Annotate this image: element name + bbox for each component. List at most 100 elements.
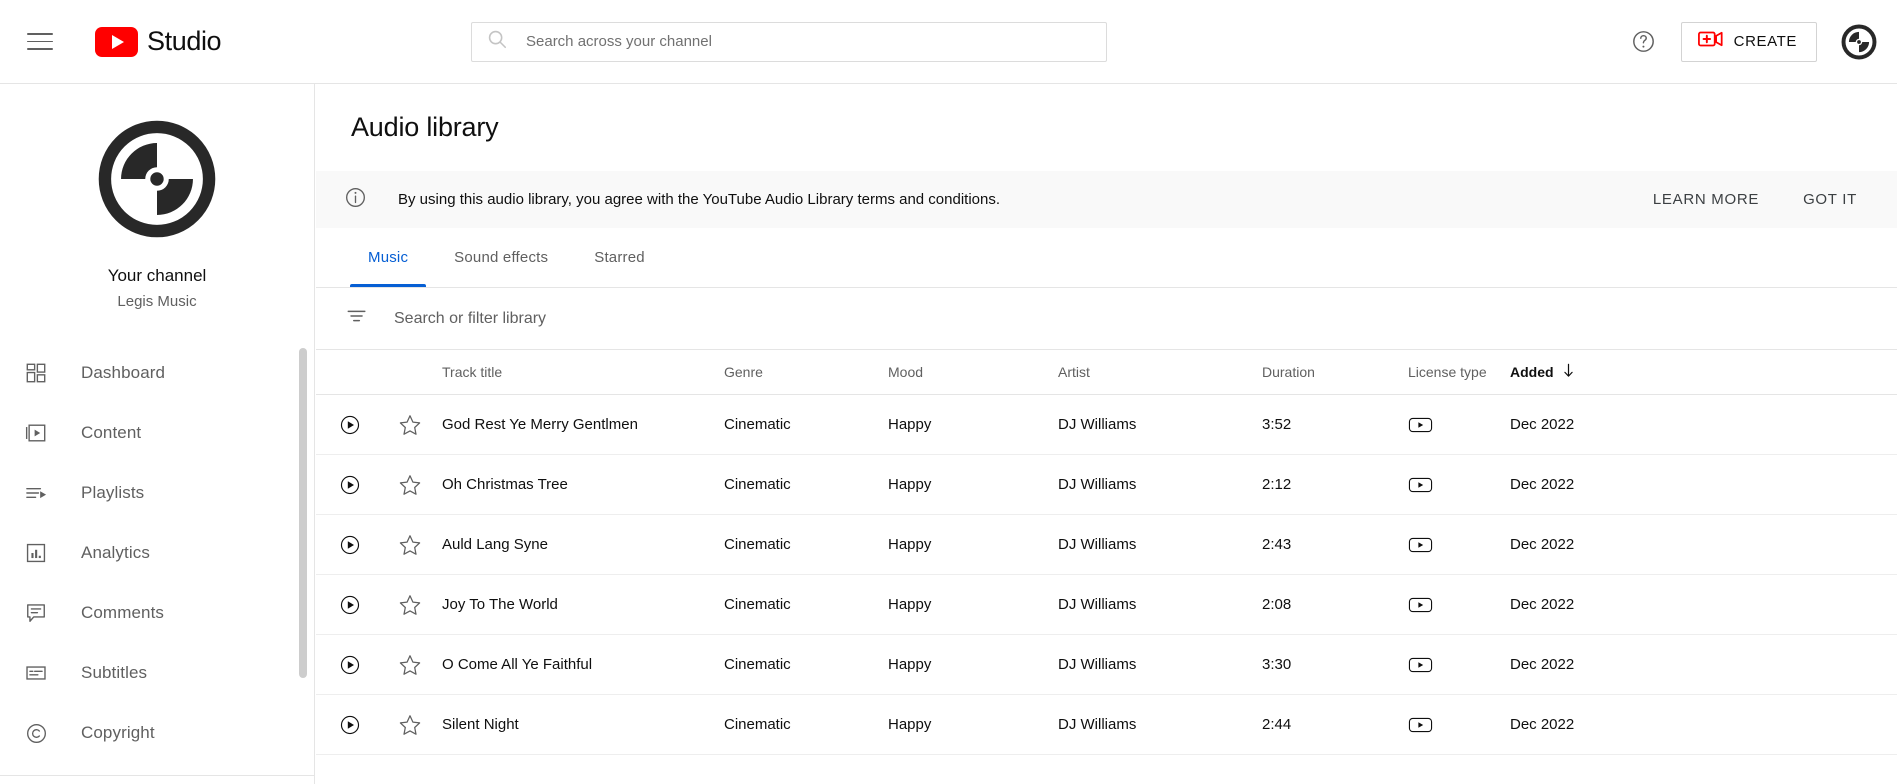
cell-artist: DJ Williams [1058,416,1137,433]
table-row[interactable]: God Rest Ye Merry Gentlmen Cinematic Hap… [316,395,1897,455]
video-frame-icon [21,418,51,448]
play-cell [316,414,384,436]
cell-license-type [1408,716,1510,734]
page-title: Audio library [351,112,499,142]
cell-genre: Cinematic [724,596,791,613]
info-circle-icon [344,186,367,214]
play-circle-icon[interactable] [339,414,361,436]
play-cell [316,594,384,616]
got-it-button[interactable]: GOT IT [1793,183,1867,216]
play-circle-icon[interactable] [339,474,361,496]
cell-license-type [1408,656,1510,674]
cell-added: Dec 2022 [1510,596,1575,613]
youtube-outline-icon[interactable] [1408,476,1510,494]
cell-track-title: Silent Night [442,716,519,733]
youtube-outline-icon[interactable] [1408,656,1510,674]
arrow-down-icon [1562,363,1575,381]
column-header-mood[interactable]: Mood [888,364,1058,380]
learn-more-button[interactable]: LEARN MORE [1643,183,1769,216]
cell-mood: Happy [888,596,932,613]
column-header-duration[interactable]: Duration [1262,364,1408,380]
sidebar-item-comments[interactable]: Comments [0,583,314,643]
sidebar-item-dashboard[interactable]: Dashboard [0,343,314,403]
sidebar-item-label: Subtitles [81,663,148,682]
star-outline-icon[interactable] [398,653,422,677]
star-outline-icon[interactable] [398,713,422,737]
column-header-track-title[interactable]: Track title [436,364,724,380]
sidebar-nav: Dashboard Content Playlists Analytics Co… [0,343,314,776]
cell-added: Dec 2022 [1510,416,1575,433]
youtube-outline-icon[interactable] [1408,716,1510,734]
search-bar[interactable] [471,21,1107,62]
sidebar-item-copyright[interactable]: Copyright [0,703,314,763]
help-circle-icon[interactable] [1620,18,1668,66]
cell-mood: Happy [888,716,932,733]
sidebar-item-subtitles[interactable]: Subtitles [0,643,314,703]
table-row[interactable]: Auld Lang Syne Cinematic Happy DJ Willia… [316,515,1897,575]
play-circle-icon[interactable] [339,594,361,616]
youtube-logo-icon [95,26,138,57]
column-header-genre[interactable]: Genre [724,364,888,380]
table-row[interactable]: O Come All Ye Faithful Cinematic Happy D… [316,635,1897,695]
cell-duration: 2:12 [1262,476,1292,493]
youtube-outline-icon[interactable] [1408,536,1510,554]
cell-duration: 3:30 [1262,656,1292,673]
star-outline-icon[interactable] [398,413,422,437]
play-circle-icon[interactable] [339,534,361,556]
create-button-label: CREATE [1733,33,1797,50]
youtube-outline-icon[interactable] [1408,416,1510,434]
channel-avatar-icon [98,120,216,238]
tab-sound-effects[interactable]: Sound effects [436,228,566,287]
table-row[interactable]: Joy To The World Cinematic Happy DJ Will… [316,575,1897,635]
playlist-icon [21,478,51,508]
cell-mood: Happy [888,416,932,433]
star-outline-icon[interactable] [398,593,422,617]
sidebar-item-label: Comments [81,603,164,622]
filter-icon[interactable] [346,305,368,332]
sidebar-item-analytics[interactable]: Analytics [0,523,314,583]
channel-label: Your channel [107,266,207,285]
search-input[interactable] [526,22,1106,61]
youtube-outline-icon[interactable] [1408,596,1510,614]
filter-bar [316,288,1897,350]
tab-starred[interactable]: Starred [576,228,663,287]
studio-brand-link[interactable]: Studio [95,26,222,57]
column-header-artist[interactable]: Artist [1058,364,1262,380]
column-header-license-type[interactable]: License type [1408,364,1510,380]
star-cell [384,413,436,437]
library-tabs: Music Sound effects Starred [316,228,1897,288]
subtitles-icon [21,658,51,688]
brand-label: Studio [147,26,222,56]
play-circle-icon[interactable] [339,654,361,676]
avatar[interactable] [1835,18,1883,66]
cell-artist: DJ Williams [1058,656,1137,673]
table-row[interactable]: Silent Night Cinematic Happy DJ Williams… [316,695,1897,755]
cell-track-title: O Come All Ye Faithful [442,656,593,673]
sidebar-item-label: Analytics [81,543,150,562]
search-icon [486,28,508,55]
cell-artist: DJ Williams [1058,716,1137,733]
cell-license-type [1408,416,1510,434]
cell-added: Dec 2022 [1510,716,1575,733]
copyright-icon [21,718,51,748]
table-row[interactable]: Oh Christmas Tree Cinematic Happy DJ Wil… [316,455,1897,515]
sidebar-scrollbar-thumb[interactable] [299,348,307,678]
sidebar-item-content[interactable]: Content [0,403,314,463]
top-bar: Studio CREA [0,0,1897,84]
sidebar-avatar[interactable] [95,117,219,246]
play-circle-icon[interactable] [339,714,361,736]
notice-text: By using this audio library, you agree w… [398,191,1001,208]
column-header-added[interactable]: Added [1510,363,1670,381]
dashboard-grid-icon [21,358,51,388]
hamburger-icon[interactable] [11,13,69,71]
cell-added: Dec 2022 [1510,476,1575,493]
cell-duration: 2:44 [1262,716,1292,733]
filter-input[interactable] [394,309,954,328]
cell-added: Dec 2022 [1510,536,1575,553]
create-button[interactable]: CREATE [1680,21,1817,62]
star-outline-icon[interactable] [398,533,422,557]
sidebar-scrollbar[interactable] [297,338,309,778]
sidebar-item-playlists[interactable]: Playlists [0,463,314,523]
star-outline-icon[interactable] [398,473,422,497]
tab-music[interactable]: Music [350,228,427,287]
